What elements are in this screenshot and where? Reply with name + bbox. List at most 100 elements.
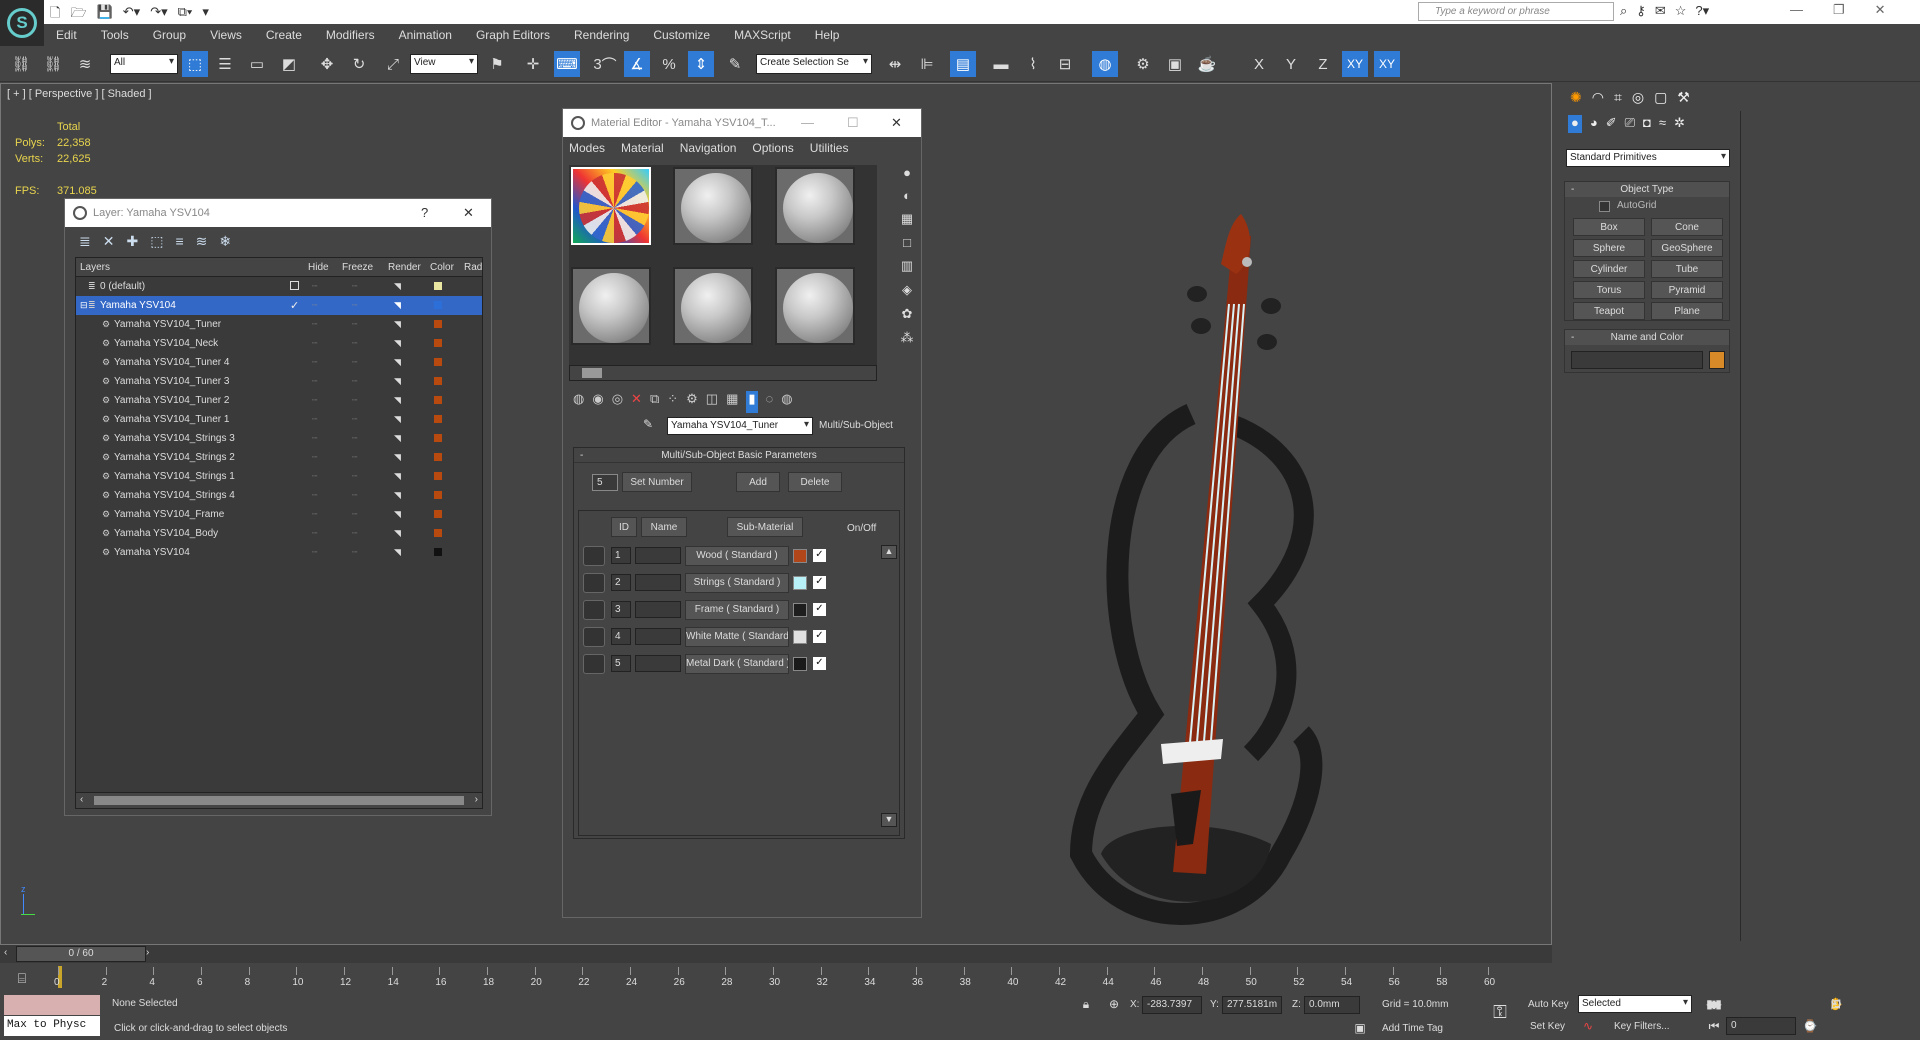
spacewarps-icon[interactable]: ≈ [1659, 115, 1666, 133]
layer-color-swatch[interactable] [434, 434, 442, 442]
submaterial-id[interactable]: 5 [611, 655, 631, 672]
add-time-tag-button[interactable]: Add Time Tag [1382, 1023, 1443, 1034]
time-prev-icon[interactable]: ‹ [4, 947, 7, 958]
create-tab-icon[interactable]: ✺ [1570, 89, 1582, 105]
freeze-toggle[interactable]: ┈ [352, 281, 357, 292]
time-slider-thumb[interactable]: 0 / 60 [16, 946, 146, 962]
submaterial-button[interactable]: Strings ( Standard ) [685, 573, 789, 593]
render-toggle-icon[interactable]: ◥ [394, 414, 401, 425]
col-freeze[interactable]: Freeze [342, 262, 373, 273]
submaterial-color-swatch[interactable] [793, 630, 807, 644]
menu-modifiers[interactable]: Modifiers [314, 28, 387, 42]
submaterial-preview-swatch[interactable] [583, 627, 605, 647]
freeze-toggle[interactable]: ┈ [352, 471, 357, 482]
axis-x-button[interactable]: X [1246, 51, 1272, 77]
submaterial-preview-swatch[interactable] [583, 600, 605, 620]
layer-row[interactable]: ⚙ Yamaha YSV104_Strings 4 ┈ ┈ ◥ [76, 486, 482, 505]
search-input[interactable]: Type a keyword or phrase [1418, 2, 1614, 21]
reference-coordinate-dropdown[interactable]: View [410, 54, 478, 74]
time-configuration-icon[interactable]: ⌚ [1800, 1017, 1820, 1035]
hide-toggle[interactable]: ┈ [312, 300, 317, 311]
mini-curve-editor-icon[interactable]: ⌸ [0, 963, 44, 993]
new-file-icon[interactable]: 🗋 [50, 4, 60, 26]
help-icon[interactable]: ?▾ [1695, 3, 1709, 19]
unlink-icon[interactable]: ⛓ [40, 51, 66, 77]
hide-toggle[interactable]: ┈ [312, 357, 317, 368]
key-filters-button[interactable]: Key Filters... [1614, 1021, 1670, 1032]
hierarchy-tab-icon[interactable]: ⌗ [1614, 89, 1622, 105]
hide-toggle[interactable]: ┈ [312, 376, 317, 387]
project-icon[interactable]: ⧉▾ [178, 4, 193, 26]
freeze-toggle[interactable]: ┈ [352, 319, 357, 330]
submaterial-name-field[interactable] [635, 655, 681, 672]
y-coordinate-field[interactable]: 277.5181m [1222, 996, 1282, 1014]
submaterial-id[interactable]: 1 [611, 547, 631, 564]
save-icon[interactable]: 💾 [97, 4, 113, 26]
current-frame-field[interactable]: 0 [1726, 1017, 1796, 1035]
bind-spacewarp-icon[interactable]: ≋ [72, 51, 98, 77]
menu-animation[interactable]: Animation [387, 28, 464, 42]
schematic-view-icon[interactable]: ⊟ [1052, 51, 1078, 77]
geosphere-button[interactable]: GeoSphere [1651, 239, 1723, 257]
binoculars-icon[interactable]: ⌕ [1620, 3, 1627, 19]
col-layers[interactable]: Layers [80, 262, 110, 273]
submaterial-id[interactable]: 2 [611, 574, 631, 591]
layer-color-swatch[interactable] [434, 510, 442, 518]
submaterial-enable-checkbox[interactable]: ✓ [813, 549, 826, 562]
submaterial-button[interactable]: Metal Dark ( Standard ) [685, 654, 789, 674]
layer-explorer-icon[interactable]: ▤ [950, 51, 976, 77]
maxscript-mini-listener-top[interactable] [4, 995, 100, 1015]
render-toggle-icon[interactable]: ◥ [394, 338, 401, 349]
layer-color-swatch[interactable] [434, 377, 442, 385]
sample-slot-5[interactable] [673, 267, 753, 345]
menu-group[interactable]: Group [141, 28, 198, 42]
me-menu-modes[interactable]: Modes [569, 141, 605, 155]
set-number-button[interactable]: Set Number [622, 472, 692, 492]
submaterial-color-swatch[interactable] [793, 576, 807, 590]
violin-model[interactable] [1061, 154, 1351, 934]
geometry-icon[interactable]: ● [1568, 115, 1582, 133]
pyramid-button[interactable]: Pyramid [1651, 281, 1723, 299]
show-end-result-icon[interactable]: ▮ [746, 391, 758, 413]
rotate-icon[interactable]: ↻ [346, 51, 372, 77]
hide-toggle[interactable]: ┈ [312, 414, 317, 425]
layer-color-swatch[interactable] [434, 453, 442, 461]
axis-xy-button[interactable]: XY [1342, 51, 1368, 77]
show-shaded-material-icon[interactable]: ▦ [726, 391, 738, 413]
material-editor-icon[interactable]: ◍ [1092, 51, 1118, 77]
submaterial-enable-checkbox[interactable]: ✓ [813, 630, 826, 643]
menu-tools[interactable]: Tools [89, 28, 141, 42]
layer-row[interactable]: ⚙ Yamaha YSV104_Tuner 3 ┈ ┈ ◥ [76, 372, 482, 391]
star-icon[interactable]: ☆ [1675, 3, 1687, 19]
layer-hscrollbar[interactable]: ‹ › [76, 792, 482, 808]
maximize-viewport-icon[interactable]: ⊡ [1826, 995, 1846, 1013]
layer-row[interactable]: ⚙ Yamaha YSV104_Frame ┈ ┈ ◥ [76, 505, 482, 524]
assign-material-icon[interactable]: ◎ [612, 391, 623, 413]
link-icon[interactable]: ⛓ [8, 51, 34, 77]
background-icon[interactable]: ▦ [901, 211, 913, 227]
systems-icon[interactable]: ✲ [1674, 115, 1685, 133]
delete-button[interactable]: Delete [788, 472, 842, 492]
sort-by-name-button[interactable]: Name [641, 517, 687, 537]
hide-toggle[interactable]: ┈ [312, 319, 317, 330]
render-toggle-icon[interactable]: ◥ [394, 357, 401, 368]
freeze-toggle[interactable]: ┈ [352, 414, 357, 425]
me-menu-options[interactable]: Options [752, 141, 793, 155]
mirror-icon[interactable]: ⇹ [882, 51, 908, 77]
select-by-name-icon[interactable]: ☰ [212, 51, 238, 77]
hide-toggle[interactable]: ┈ [312, 452, 317, 463]
make-preview-icon[interactable]: ◈ [902, 282, 912, 298]
submaterial-id[interactable]: 3 [611, 601, 631, 618]
me-menu-navigation[interactable]: Navigation [680, 141, 737, 155]
layer-help-button[interactable]: ? [421, 205, 428, 220]
selection-filter-dropdown[interactable]: All [110, 54, 178, 74]
scroll-left-icon[interactable]: ‹ [80, 794, 83, 805]
delete-layer-icon[interactable]: ✕ [103, 233, 115, 249]
cameras-icon[interactable]: ⎚ [1625, 115, 1635, 133]
object-name-field[interactable] [1571, 351, 1703, 369]
eyedropper-icon[interactable]: ✎ [643, 417, 653, 431]
redo-icon[interactable]: ↷▾ [150, 4, 167, 26]
current-layer-checkbox[interactable] [290, 281, 299, 290]
freeze-all-layers-icon[interactable]: ❄ [219, 233, 231, 249]
x-coordinate-field[interactable]: -283.7397 [1142, 996, 1202, 1014]
